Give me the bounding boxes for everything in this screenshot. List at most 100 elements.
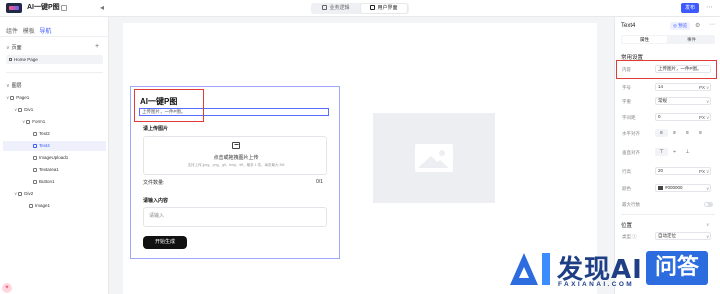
top-bar: AI一键P图 ◂ 业务逻辑 用户界面 发布 ⋯ — [0, 0, 720, 17]
page-icon — [10, 96, 15, 100]
section-divider — [621, 214, 715, 215]
vertical-align-group: ⊤ ÷ ⊥ — [655, 148, 711, 156]
tab-user-interface[interactable]: 用户界面 — [361, 4, 407, 13]
tree-node-image1[interactable]: Image1 — [29, 202, 50, 209]
chevron-down-icon[interactable]: ∨ — [706, 234, 709, 240]
chevron-down-icon[interactable]: ∨ — [706, 186, 709, 192]
max-rows-toggle[interactable] — [704, 202, 713, 207]
preview-badge[interactable]: ◎ 预览 — [670, 22, 691, 30]
image-upload-dropzone[interactable]: 点击或拖拽图片上传 支持上传 jpeg、png、gif、bmp、tiff，最多 … — [143, 136, 327, 175]
mode-switch: 业务逻辑 用户界面 — [311, 3, 409, 14]
chevron-down-icon[interactable]: ∨ — [706, 169, 709, 175]
upload-hint-text: 支持上传 jpeg、png、gif、bmp、tiff，最多 1 张，每张最大 5… — [187, 163, 285, 167]
text-icon — [33, 144, 37, 148]
tab-navigation[interactable]: 导航 — [39, 29, 51, 35]
tab-business-logic[interactable]: 业务逻辑 — [313, 4, 359, 13]
chevron-down-icon[interactable]: ∨ — [706, 115, 709, 121]
tree-node-div1[interactable]: ∨ Div1 — [14, 106, 33, 113]
button-icon — [33, 180, 37, 184]
component-name: Text4 — [621, 23, 636, 29]
horizontal-align-label: 水平对齐 — [622, 131, 640, 136]
line-height-unit: PX — [699, 169, 706, 174]
align-top-icon[interactable]: ⊤ — [655, 148, 668, 156]
image-upload-icon — [33, 156, 37, 160]
edit-title-icon[interactable] — [61, 5, 67, 11]
align-justify-icon[interactable]: ≡ — [694, 129, 707, 137]
font-weight-select[interactable]: 常规 — [655, 97, 711, 105]
left-panel: 组件 模板 导航 ∨ 页面 + Home Page ∨ 图层 ∨ Page1 ∨ Div… — [0, 17, 109, 294]
color-swatch — [658, 186, 663, 190]
letter-spacing-label: 字间距 — [622, 115, 636, 120]
watermark: 发现AI FAXIANAI.COM 问答 — [500, 248, 720, 294]
page-icon — [9, 58, 12, 61]
gear-icon[interactable]: ⚙ — [695, 22, 700, 29]
app-title: AI一键P图 — [27, 4, 60, 11]
section-divider — [6, 72, 103, 73]
textarea-label: 请输入内容 — [143, 198, 169, 204]
font-size-unit: PX — [699, 85, 706, 90]
image-placeholder-icon — [415, 144, 453, 172]
tree-node-text2[interactable]: Text2 — [33, 130, 50, 137]
left-panel-tabs: 组件 模板 导航 — [6, 26, 54, 35]
start-generate-button[interactable]: 开始生成 — [143, 236, 187, 249]
tree-node-text4[interactable]: Text4 — [33, 142, 50, 149]
position-type-label: 类型 ⓘ — [622, 234, 637, 239]
color-label: 颜色 — [622, 186, 631, 191]
tree-node-page1[interactable]: ∨ Page1 — [6, 94, 29, 101]
app-logo — [6, 3, 22, 13]
position-type-select[interactable]: 自动定位 — [655, 232, 711, 240]
align-bottom-icon[interactable]: ⊥ — [681, 148, 694, 156]
highlight-box-content — [616, 60, 717, 79]
chevron-down-icon: ∨ — [6, 95, 10, 100]
text-icon — [33, 132, 37, 136]
more-options-icon[interactable]: ⋯ — [706, 3, 713, 13]
tree-node-button1[interactable]: Button1 — [33, 178, 55, 185]
color-input[interactable]: #000000 — [655, 184, 711, 192]
add-page-icon[interactable]: + — [95, 43, 99, 50]
tab-events[interactable]: 事件 — [669, 36, 714, 43]
watermark-sub: FAXIANAI.COM — [558, 281, 635, 288]
file-count-value: 0/1 — [316, 179, 323, 185]
tab-components[interactable]: 组件 — [6, 29, 18, 35]
tab-templates[interactable]: 模板 — [23, 29, 35, 35]
tree-node-textarea1[interactable]: Textarea1 — [33, 166, 59, 173]
upload-main-text: 点击或拖拽图片上传 — [213, 155, 259, 161]
tree-node-div2[interactable]: ∨ Div2 — [14, 190, 33, 197]
chevron-down-icon[interactable]: ∨ — [706, 222, 709, 228]
align-center-icon[interactable]: ≡ — [668, 129, 681, 137]
content-textarea[interactable]: 请输入 — [143, 207, 327, 227]
more-icon[interactable]: ⋯ — [709, 21, 715, 28]
align-left-icon[interactable]: ≡ — [655, 129, 668, 137]
faxianai-logo-icon — [510, 253, 552, 285]
align-middle-icon[interactable]: ÷ — [668, 148, 681, 156]
image-upload-icon — [232, 142, 240, 149]
page-item-home[interactable]: Home Page — [6, 55, 103, 64]
property-segment: 属性 事件 — [621, 35, 715, 44]
form-icon — [26, 120, 31, 124]
tree-node-imageupload1[interactable]: ImageUpload1 — [33, 154, 68, 161]
textarea-icon — [33, 168, 37, 172]
chevron-down-icon: ∨ — [22, 119, 26, 124]
align-right-icon[interactable]: ≡ — [681, 129, 694, 137]
upload-label: 请上传图片 — [143, 126, 169, 132]
publish-button[interactable]: 发布 — [681, 3, 699, 13]
font-size-label: 字号 — [622, 85, 631, 90]
collapse-panel-icon[interactable]: ◂ — [100, 3, 104, 13]
chevron-down-icon[interactable]: ∨ — [706, 99, 709, 105]
tree-selection-highlight — [3, 141, 106, 151]
line-height-label: 行高 — [622, 169, 631, 174]
horizontal-align-group: ≡ ≡ ≡ ≡ — [655, 129, 711, 137]
div-icon — [18, 108, 23, 112]
pages-section-header[interactable]: ∨ 页面 — [6, 44, 22, 51]
assistant-fab-icon[interactable]: ✦ — [2, 283, 12, 293]
layers-section-header[interactable]: ∨ 图层 — [6, 82, 22, 89]
vertical-align-label: 垂直对齐 — [622, 150, 640, 155]
letter-spacing-unit: PX — [699, 115, 706, 120]
chevron-down-icon[interactable]: ∨ — [706, 85, 709, 91]
watermark-badge: 问答 — [646, 251, 708, 285]
tree-node-form1[interactable]: ∨ Form1 — [22, 118, 45, 125]
tab-properties[interactable]: 属性 — [622, 36, 667, 43]
logic-icon — [322, 5, 328, 10]
font-weight-label: 字重 — [622, 99, 631, 104]
image1-placeholder[interactable] — [373, 113, 495, 203]
